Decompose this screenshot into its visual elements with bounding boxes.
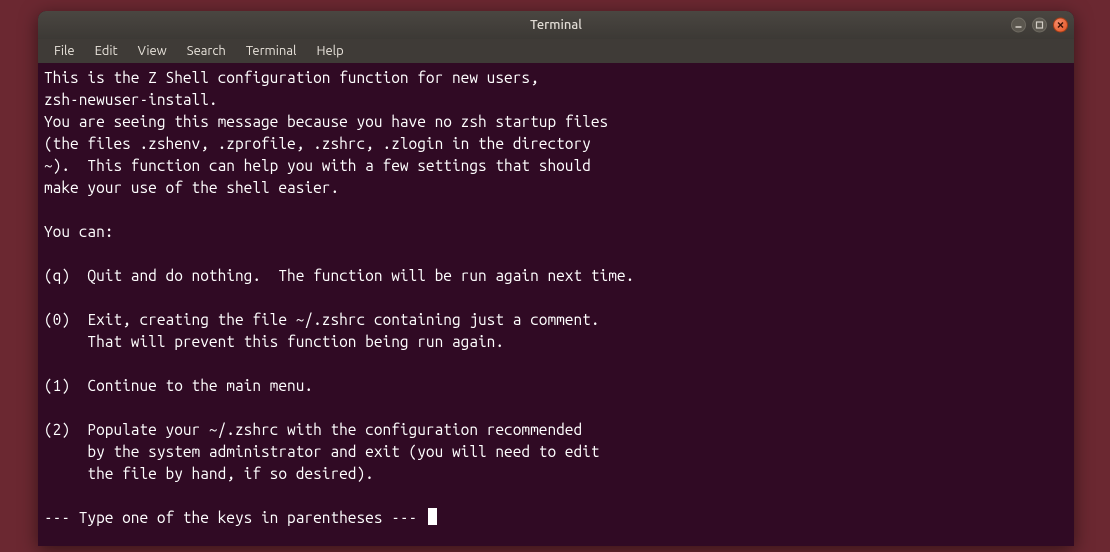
window-controls (1011, 18, 1068, 33)
maximize-button[interactable] (1032, 18, 1047, 33)
close-button[interactable] (1053, 18, 1068, 33)
menu-terminal[interactable]: Terminal (238, 42, 305, 60)
cursor-block (428, 508, 437, 525)
menu-view[interactable]: View (130, 42, 175, 60)
minimize-button[interactable] (1011, 18, 1026, 33)
terminal-prompt: --- Type one of the keys in parentheses … (44, 509, 426, 526)
terminal-viewport[interactable]: This is the Z Shell configuration functi… (38, 63, 1074, 546)
menu-edit[interactable]: Edit (87, 42, 126, 60)
menu-search[interactable]: Search (179, 42, 234, 60)
window-title: Terminal (38, 18, 1074, 32)
maximize-icon (1035, 21, 1044, 30)
menu-file[interactable]: File (46, 42, 83, 60)
minimize-icon (1014, 21, 1023, 30)
menu-help[interactable]: Help (308, 42, 351, 60)
terminal-window: Terminal File Edit View Search Terminal … (38, 11, 1074, 546)
window-titlebar[interactable]: Terminal (38, 11, 1074, 39)
terminal-output: This is the Z Shell configuration functi… (44, 69, 634, 482)
close-icon (1056, 21, 1065, 30)
menubar: File Edit View Search Terminal Help (38, 39, 1074, 63)
